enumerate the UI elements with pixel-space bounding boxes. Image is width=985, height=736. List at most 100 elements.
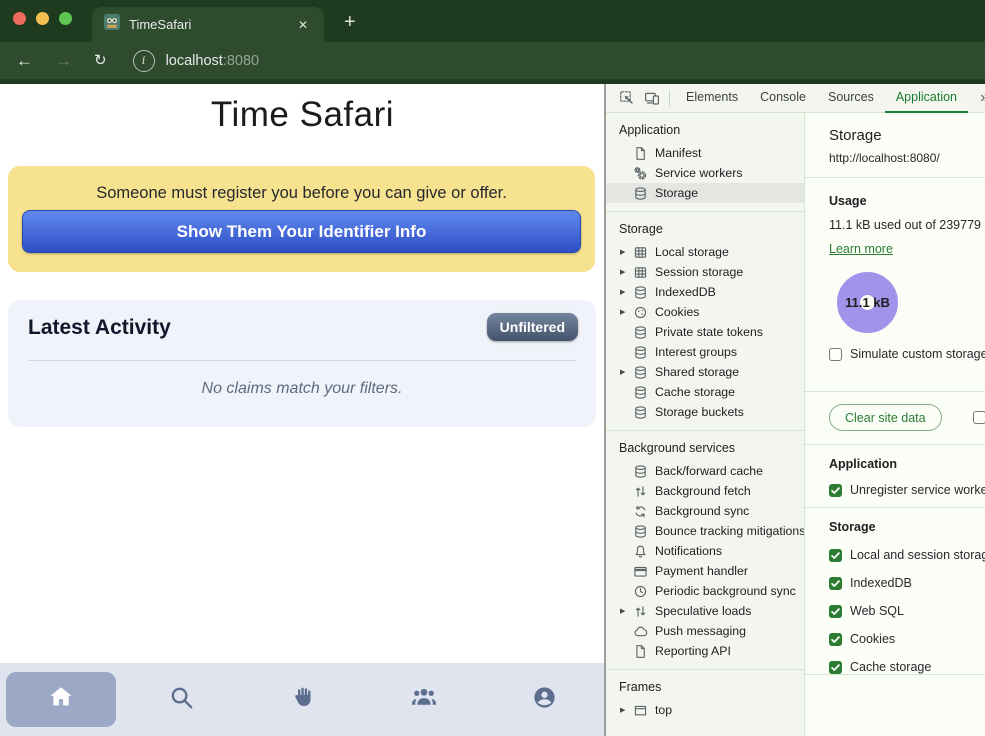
database-icon (632, 185, 648, 201)
expand-twisty-icon[interactable]: ▶ (620, 268, 632, 276)
unfiltered-badge[interactable]: Unfiltered (487, 313, 578, 341)
cookie-icon (632, 304, 648, 320)
tree-item-storage-buckets[interactable]: Storage buckets (606, 402, 804, 422)
browser-tab[interactable]: TimeSafari ✕ (92, 7, 324, 42)
tree-item-private-state-tokens[interactable]: Private state tokens (606, 322, 804, 342)
expand-twisty-icon[interactable]: ▶ (620, 308, 632, 316)
learn-more-link[interactable]: Learn more (829, 242, 893, 256)
tree-item-service-workers[interactable]: Service workers (606, 163, 804, 183)
tree-item-label: Manifest (655, 146, 701, 160)
nav-home-button[interactable] (0, 663, 121, 736)
sidebar-section-storage: Storage▶Local storage▶Session storage▶In… (606, 212, 804, 431)
web-sql-checkbox[interactable] (829, 605, 842, 618)
tree-item-label: Background fetch (655, 484, 751, 498)
devtools: ElementsConsoleSourcesApplication » Appl… (604, 84, 985, 736)
local-and-session-storage-checkbox[interactable] (829, 549, 842, 562)
simulate-quota-row: Simulate custom storage quota (829, 347, 985, 361)
arrows-updown-icon (632, 483, 648, 499)
device-toolbar-icon[interactable] (639, 86, 664, 111)
tree-item-bounce-tracking-mitigations[interactable]: Bounce tracking mitigations (606, 521, 804, 541)
tree-item-background-sync[interactable]: Background sync (606, 501, 804, 521)
checkbox-label: Web SQL (850, 604, 904, 618)
inspect-icon[interactable] (614, 86, 639, 111)
url-port[interactable]: :8080 (223, 53, 259, 69)
tree-item-label: Local storage (655, 245, 729, 259)
expand-twisty-icon[interactable]: ▶ (620, 288, 632, 296)
tree-item-back-forward-cache[interactable]: Back/forward cache (606, 461, 804, 481)
usage-donut-value: 11.1 kB (845, 295, 890, 310)
back-icon[interactable]: ← (16, 52, 33, 69)
simulate-quota-checkbox[interactable] (829, 348, 842, 361)
clear-site-data-button[interactable]: Clear site data (829, 404, 942, 431)
browser-chrome: TimeSafari ✕ + ← → ↻ i localhost :8080 (0, 0, 985, 84)
devtools-tab-elements[interactable]: Elements (675, 84, 749, 113)
panel-section-application: ApplicationUnregister service workers (805, 445, 985, 508)
devtools-tab-sources[interactable]: Sources (817, 84, 885, 113)
tree-item-periodic-background-sync[interactable]: Periodic background sync (606, 581, 804, 601)
tree-item-local-storage[interactable]: ▶ Local storage (606, 242, 804, 262)
third-party-cookies-checkbox[interactable] (973, 411, 985, 424)
nav-search-button[interactable] (121, 663, 242, 736)
tree-item-shared-storage[interactable]: ▶Shared storage (606, 362, 804, 382)
database-icon (632, 324, 648, 340)
tree-item-interest-groups[interactable]: Interest groups (606, 342, 804, 362)
tree-item-cookies[interactable]: ▶ Cookies (606, 302, 804, 322)
checkbox-label: IndexedDB (850, 576, 912, 590)
tree-item-label: Reporting API (655, 644, 731, 658)
tree-item-push-messaging[interactable]: Push messaging (606, 621, 804, 641)
expand-twisty-icon[interactable]: ▶ (620, 607, 632, 615)
unregister-service-workers-checkbox[interactable] (829, 484, 842, 497)
nav-people-button[interactable] (363, 663, 484, 736)
url-host[interactable]: localhost (166, 53, 223, 69)
expand-twisty-icon[interactable]: ▶ (620, 706, 632, 714)
table-icon (632, 264, 648, 280)
tree-item-speculative-loads[interactable]: ▶Speculative loads (606, 601, 804, 621)
tree-item-storage[interactable]: Storage (606, 183, 804, 203)
nav-hand-button[interactable] (242, 663, 363, 736)
panel-section-storage: StorageLocal and session storageIndexedD… (805, 508, 985, 675)
checkbox-row-web-sql: Web SQL (829, 604, 985, 618)
tree-item-label: Back/forward cache (655, 464, 763, 478)
hand-icon (290, 684, 316, 715)
expand-twisty-icon[interactable]: ▶ (620, 368, 632, 376)
reload-icon[interactable]: ↻ (94, 53, 107, 68)
checkbox-row-cache-storage: Cache storage (829, 660, 985, 674)
tree-item-session-storage[interactable]: ▶Session storage (606, 262, 804, 282)
tree-item-indexeddb[interactable]: ▶IndexedDB (606, 282, 804, 302)
more-tabs-icon[interactable]: » (980, 89, 985, 107)
zoom-window-button[interactable] (59, 12, 72, 25)
file-icon (632, 643, 648, 659)
tree-item-cache-storage[interactable]: Cache storage (606, 382, 804, 402)
tree-item-label: Cookies (655, 305, 699, 319)
tree-item-background-fetch[interactable]: Background fetch (606, 481, 804, 501)
file-icon (632, 145, 648, 161)
sidebar-section-frames: Frames▶top (606, 670, 804, 728)
sidebar-section-title: Background services (606, 437, 804, 461)
forward-icon[interactable]: → (55, 52, 72, 69)
new-tab-button[interactable]: + (338, 9, 362, 36)
tree-item-manifest[interactable]: Manifest (606, 143, 804, 163)
tab-favicon-icon (104, 14, 120, 35)
close-tab-icon[interactable]: ✕ (294, 16, 312, 34)
minimize-window-button[interactable] (36, 12, 49, 25)
tree-item-notifications[interactable]: Notifications (606, 541, 804, 561)
indexeddb-checkbox[interactable] (829, 577, 842, 590)
clock-icon (632, 583, 648, 599)
tree-item-reporting-api[interactable]: Reporting API (606, 641, 804, 661)
home-icon (47, 683, 75, 716)
cache-storage-checkbox[interactable] (829, 661, 842, 674)
show-identifier-info-button[interactable]: Show Them Your Identifier Info (22, 210, 581, 253)
devtools-tab-application[interactable]: Application (885, 84, 968, 113)
banner-message: Someone must register you before you can… (8, 166, 595, 203)
tree-item-payment-handler[interactable]: Payment handler (606, 561, 804, 581)
nav-person-button[interactable] (484, 663, 605, 736)
tree-item-label: Interest groups (655, 345, 737, 359)
tab-strip: TimeSafari ✕ + (0, 0, 985, 42)
browser-toolbar: ← → ↻ i localhost :8080 (0, 42, 985, 79)
site-info-icon[interactable]: i (133, 50, 155, 72)
cookies-checkbox[interactable] (829, 633, 842, 646)
tree-item-top[interactable]: ▶top (606, 700, 804, 720)
close-window-button[interactable] (13, 12, 26, 25)
devtools-tab-console[interactable]: Console (749, 84, 817, 113)
expand-twisty-icon[interactable]: ▶ (620, 248, 632, 256)
